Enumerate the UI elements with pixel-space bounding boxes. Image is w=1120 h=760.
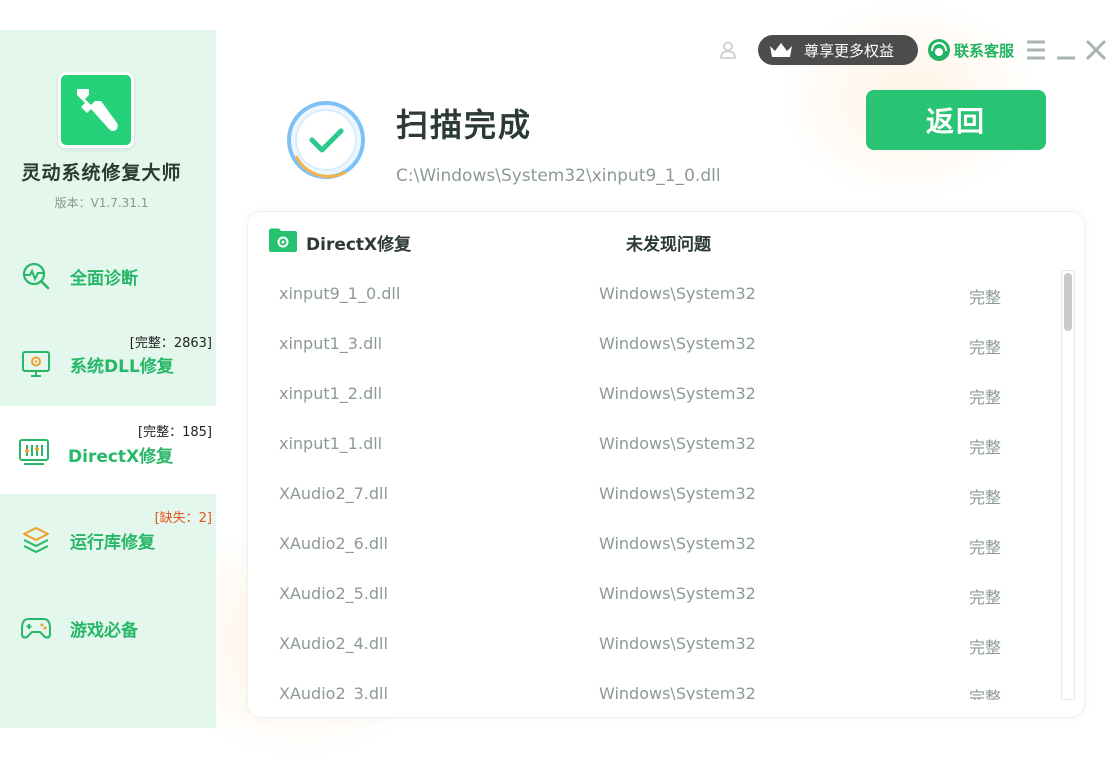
- file-directory: Windows\System32: [599, 634, 756, 653]
- list-item: xinput1_2.dll Windows\System32 完整: [248, 370, 1060, 420]
- scan-current-path: C:\Windows\System32\xinput9_1_0.dll: [396, 166, 721, 186]
- sidebar-item-game-essentials[interactable]: 游戏必备: [0, 582, 216, 670]
- status-badge: [缺失：2]: [154, 511, 212, 526]
- file-directory: Windows\System32: [599, 284, 756, 303]
- file-name: xinput1_2.dll: [279, 384, 383, 403]
- file-status: 完整: [969, 488, 1002, 507]
- file-status: 完整: [969, 538, 1002, 557]
- contact-service-button[interactable]: 联系客服: [926, 36, 1014, 64]
- file-status: 完整: [969, 388, 1002, 407]
- list-item: XAudio2_7.dll Windows\System32 完整: [248, 470, 1060, 520]
- file-directory: Windows\System32: [599, 334, 756, 353]
- app-version: 版本：V1.7.31.1: [54, 196, 149, 210]
- file-status: 完整: [969, 438, 1002, 457]
- file-status: 完整: [969, 688, 1002, 700]
- result-panel: DirectX修复 未发现问题 xinput9_1_0.dll Windows\S…: [247, 211, 1085, 718]
- file-directory: Windows\System32: [599, 684, 756, 700]
- runtime-icon: [20, 524, 52, 556]
- status-badge: [完整：2863]: [129, 336, 212, 351]
- status-badge: [完整：185]: [138, 425, 212, 440]
- file-name: XAudio2_6.dll: [279, 534, 388, 553]
- list-item: xinput9_1_0.dll Windows\System32 完整: [248, 270, 1060, 320]
- user-icon[interactable]: [718, 40, 738, 60]
- sidebar-item-label: 运行库修复: [70, 533, 155, 553]
- file-name: XAudio2_5.dll: [279, 584, 388, 603]
- app-logo: [58, 72, 134, 148]
- scan-status-title: 扫描完成: [396, 106, 533, 144]
- file-name: xinput1_1.dll: [279, 434, 383, 453]
- file-list: xinput9_1_0.dll Windows\System32 完整 xinput…: [248, 270, 1060, 700]
- file-directory: Windows\System32: [599, 434, 756, 453]
- list-item: XAudio2_6.dll Windows\System32 完整: [248, 520, 1060, 570]
- minimize-icon[interactable]: [1054, 38, 1078, 62]
- list-item: xinput1_3.dll Windows\System32 完整: [248, 320, 1060, 370]
- sidebar-item-label: 系统DLL修复: [70, 357, 174, 377]
- crown-icon: [770, 43, 792, 57]
- file-directory: Windows\System32: [599, 534, 756, 553]
- file-directory: Windows\System32: [599, 484, 756, 503]
- file-name: XAudio2_3.dll: [279, 684, 388, 700]
- gamepad-icon: [20, 612, 52, 644]
- file-name: xinput1_3.dll: [279, 334, 383, 353]
- close-icon[interactable]: [1084, 38, 1108, 62]
- file-name: XAudio2_7.dll: [279, 484, 388, 503]
- result-title: DirectX修复: [306, 235, 412, 255]
- customer-service-icon: [928, 39, 950, 61]
- file-status: 完整: [969, 288, 1002, 307]
- file-status: 完整: [969, 338, 1002, 357]
- file-directory: Windows\System32: [599, 584, 756, 603]
- vip-benefits-button[interactable]: 尊享更多权益: [758, 35, 918, 65]
- diagnosis-icon: [20, 260, 52, 292]
- check-badge-icon: [286, 100, 366, 180]
- app-name: 灵动系统修复大师: [21, 162, 182, 184]
- vip-button-label: 尊享更多权益: [804, 41, 895, 60]
- file-name: XAudio2_4.dll: [279, 634, 388, 653]
- service-label: 联系客服: [954, 41, 1015, 60]
- list-item: XAudio2_4.dll Windows\System32 完整: [248, 620, 1060, 670]
- list-item: XAudio2_3.dll Windows\System32 完整: [248, 670, 1060, 700]
- scrollbar-thumb[interactable]: [1064, 273, 1072, 331]
- directx-icon: [18, 436, 50, 468]
- wrench-icon: [77, 89, 118, 131]
- scrollbar[interactable]: [1061, 270, 1075, 700]
- sidebar-item-label: 游戏必备: [70, 621, 138, 641]
- sidebar-item-directx[interactable]: [完整：185] DirectX修复: [0, 406, 216, 494]
- folder-gear-icon: [268, 227, 298, 253]
- sidebar-item-dll-repair[interactable]: [完整：2863] 系统DLL修复: [0, 320, 216, 408]
- sidebar-item-runtime-repair[interactable]: [缺失：2] 运行库修复: [0, 494, 216, 582]
- sidebar-item-full-diagnosis[interactable]: 全面诊断: [0, 232, 216, 320]
- sidebar-item-label: 全面诊断: [70, 269, 138, 289]
- file-directory: Windows\System32: [599, 384, 756, 403]
- dll-repair-icon: [20, 348, 52, 380]
- menu-icon[interactable]: [1024, 38, 1048, 62]
- file-name: xinput9_1_0.dll: [279, 284, 401, 303]
- list-item: XAudio2_5.dll Windows\System32 完整: [248, 570, 1060, 620]
- file-status: 完整: [969, 638, 1002, 657]
- result-status: 未发现问题: [626, 235, 711, 255]
- list-item: xinput1_1.dll Windows\System32 完整: [248, 420, 1060, 470]
- file-status: 完整: [969, 588, 1002, 607]
- sidebar: 灵动系统修复大师 版本：V1.7.31.1 全面诊断 [完整：2863] 系统D…: [0, 30, 216, 728]
- sidebar-item-label: DirectX修复: [68, 447, 174, 467]
- app-window: 灵动系统修复大师 版本：V1.7.31.1 全面诊断 [完整：2863] 系统D…: [0, 0, 1120, 760]
- back-button[interactable]: 返回: [866, 90, 1046, 150]
